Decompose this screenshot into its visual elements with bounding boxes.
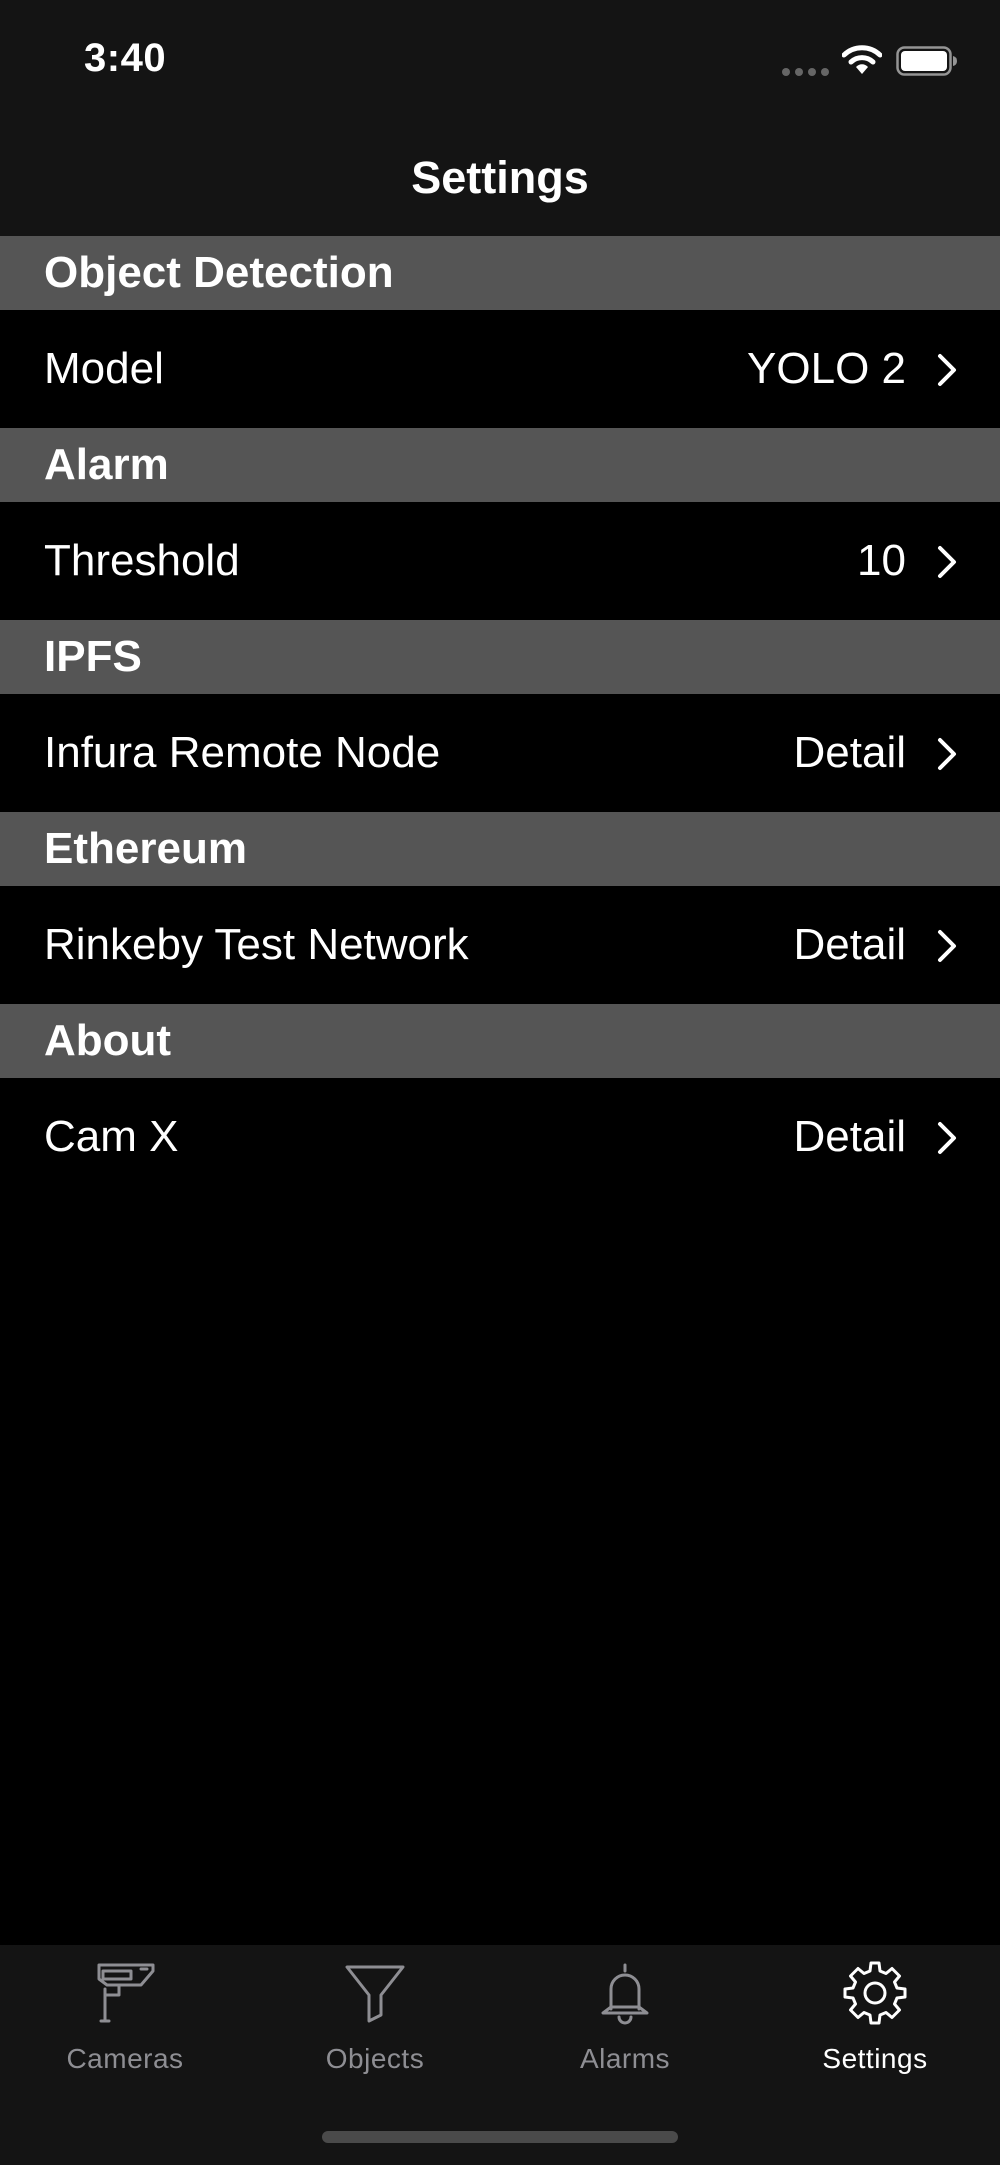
battery-icon: [896, 46, 957, 76]
section-header-ipfs: IPFS: [0, 620, 1000, 694]
gear-icon: [843, 1961, 907, 2025]
row-value: 10: [857, 536, 906, 585]
tab-alarms[interactable]: Alarms: [500, 1945, 750, 2085]
tab-settings[interactable]: Settings: [750, 1945, 1000, 2085]
tab-bar: Cameras Objects Alarms Settings: [0, 1945, 1000, 2165]
tab-label: Alarms: [579, 2043, 671, 2074]
row-value: YOLO 2: [747, 344, 906, 393]
security-camera-icon: [97, 1963, 155, 2023]
row-value: Detail: [793, 728, 907, 777]
tab-label: Objects: [325, 2043, 425, 2074]
settings-list: Object Detection Model YOLO 2 Alarm Thre…: [0, 236, 1000, 1196]
chevron-right-icon: [938, 546, 956, 578]
section-header-label: IPFS: [44, 632, 142, 681]
row-label: Cam X: [44, 1112, 179, 1161]
row-value: Detail: [793, 1112, 907, 1161]
section-header-label: Object Detection: [44, 248, 394, 297]
settings-row-rinkeby-test-network[interactable]: Rinkeby Test Network Detail: [0, 886, 1000, 1004]
row-label: Threshold: [44, 536, 240, 585]
settings-row-model[interactable]: Model YOLO 2: [0, 310, 1000, 428]
chevron-right-icon: [938, 738, 956, 770]
chevron-right-icon: [938, 1122, 956, 1154]
row-label: Model: [44, 344, 164, 393]
bell-icon: [601, 1963, 649, 2025]
tab-label: Cameras: [66, 2043, 184, 2074]
page-title: Settings: [411, 152, 589, 203]
section-header-alarm: Alarm: [0, 428, 1000, 502]
cellular-signal-icon: [782, 68, 830, 76]
section-header-label: Ethereum: [44, 824, 247, 873]
tab-label: Settings: [822, 2043, 928, 2074]
settings-row-threshold[interactable]: Threshold 10: [0, 502, 1000, 620]
row-label: Infura Remote Node: [44, 728, 441, 777]
filter-funnel-icon: [345, 1965, 405, 2023]
section-header-label: About: [44, 1016, 172, 1065]
section-header-ethereum: Ethereum: [0, 812, 1000, 886]
tab-objects[interactable]: Objects: [250, 1945, 500, 2085]
navigation-bar: Settings: [0, 120, 1000, 236]
row-label: Rinkeby Test Network: [44, 920, 469, 969]
status-time: 3:40: [84, 36, 167, 80]
row-value: Detail: [793, 920, 907, 969]
tab-cameras[interactable]: Cameras: [0, 1945, 250, 2085]
settings-row-infura-remote-node[interactable]: Infura Remote Node Detail: [0, 694, 1000, 812]
settings-row-cam-x[interactable]: Cam X Detail: [0, 1078, 1000, 1196]
status-bar: 3:40: [0, 0, 1000, 120]
chevron-right-icon: [938, 354, 956, 386]
section-header-about: About: [0, 1004, 1000, 1078]
home-indicator[interactable]: [322, 2131, 678, 2143]
chevron-right-icon: [938, 930, 956, 962]
section-header-label: Alarm: [44, 440, 169, 489]
section-header-object-detection: Object Detection: [0, 236, 1000, 310]
wifi-icon: [842, 45, 882, 74]
